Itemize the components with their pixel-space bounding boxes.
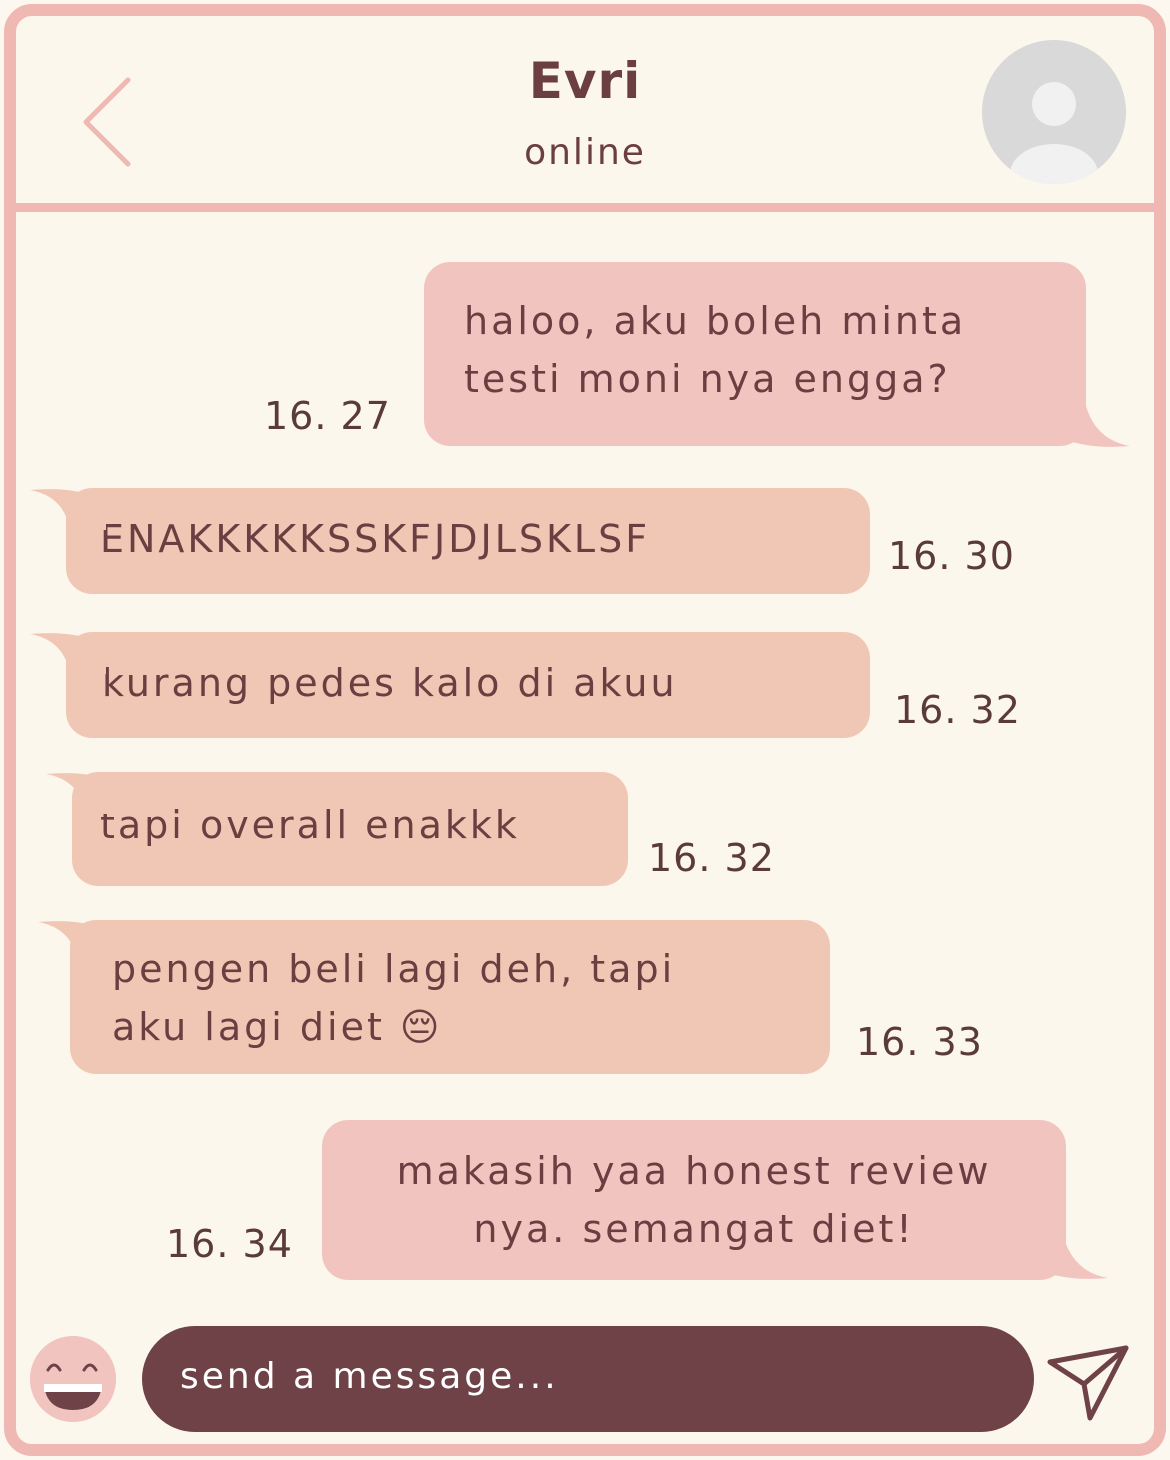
message-time: 16. 33 — [856, 1020, 983, 1064]
message-line: kurang pedes kalo di akuu — [102, 661, 678, 705]
message-line: ENAKKKKKSSKFJDJLSKLSF — [100, 517, 651, 561]
contact-status: online — [524, 132, 646, 173]
message-bubble-sent[interactable]: makasih yaa honest review nya. semangat … — [322, 1120, 1066, 1280]
message-time: 16. 32 — [894, 688, 1021, 732]
chat-header: Evri online — [16, 16, 1154, 212]
message-line: makasih yaa honest review — [396, 1149, 992, 1193]
message-bubble-received[interactable]: tapi overall enakkk — [72, 772, 628, 886]
message-input-placeholder: send a message... — [180, 1356, 559, 1397]
message-bubble-sent[interactable]: haloo, aku boleh minta testi moni nya en… — [424, 262, 1086, 446]
message-time: 16. 30 — [888, 534, 1015, 578]
bubble-tail — [1034, 1238, 1108, 1279]
message-line: tapi overall enakkk — [100, 803, 520, 847]
bubble-tail — [46, 773, 122, 814]
message-line: pengen beli lagi deh, tapi — [112, 947, 676, 991]
message-bubble-received[interactable]: ENAKKKKKSSKFJDJLSKLSF — [66, 488, 870, 594]
paper-plane-icon[interactable] — [1046, 1342, 1130, 1422]
bubble-tail — [1056, 406, 1130, 447]
message-time: 16. 32 — [648, 836, 775, 880]
message-time: 16. 34 — [166, 1222, 293, 1266]
message-bubble-received[interactable]: kurang pedes kalo di akuu — [66, 632, 870, 738]
bubble-tail — [30, 633, 106, 674]
message-bubble-received[interactable]: pengen beli lagi deh, tapi aku lagi diet… — [70, 920, 830, 1074]
message-line: aku lagi diet 😔 — [112, 1005, 443, 1049]
message-time: 16. 27 — [264, 394, 391, 438]
message-line: nya. semangat diet! — [473, 1207, 915, 1251]
smiley-face-icon[interactable] — [30, 1336, 116, 1422]
user-avatar-icon[interactable] — [982, 40, 1126, 184]
message-input[interactable]: send a message... — [142, 1326, 1034, 1432]
bubble-tail — [30, 489, 106, 530]
message-line: testi moni nya engga? — [464, 357, 951, 401]
bubble-tail — [38, 921, 114, 962]
message-line: haloo, aku boleh minta — [464, 299, 967, 343]
chat-window: Evri online haloo, aku boleh minta testi… — [4, 4, 1166, 1456]
